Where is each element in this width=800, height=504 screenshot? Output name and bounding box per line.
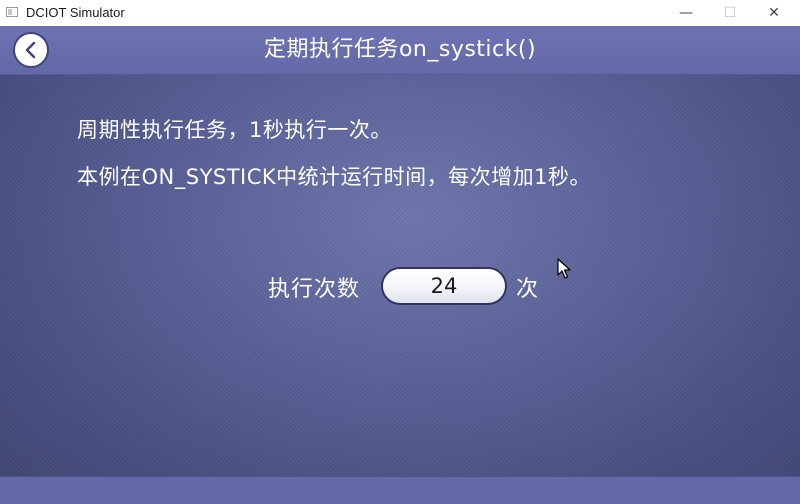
minimize-button[interactable]: — [664,0,708,26]
app-icon [6,7,18,17]
counter-unit: 次 [516,277,539,302]
close-button[interactable]: ✕ [752,0,796,26]
app-screen: 定期执行任务on_systick() 周期性执行任务，1秒执行一次。 本例在ON… [0,26,800,504]
description-line-2: 本例在ON_SYSTICK中统计运行时间，每次增加1秒。 [77,165,592,189]
footer-bar [0,476,800,504]
simulator-window: DCIOT Simulator — ☐ ✕ 定期执行任务on_systick()… [0,0,800,504]
os-titlebar: DCIOT Simulator — ☐ ✕ [0,0,800,26]
counter-row: 执行次数 24 次 [0,266,800,308]
page-title: 定期执行任务on_systick() [263,37,537,62]
description-line-1: 周期性执行任务，1秒执行一次。 [77,118,392,142]
window-title: DCIOT Simulator [26,5,125,20]
header-bar: 定期执行任务on_systick() [0,26,800,75]
counter-value-field: 24 [381,267,507,305]
maximize-button[interactable]: ☐ [708,0,752,26]
mouse-cursor-icon [557,258,571,279]
counter-label: 执行次数 [268,277,361,302]
